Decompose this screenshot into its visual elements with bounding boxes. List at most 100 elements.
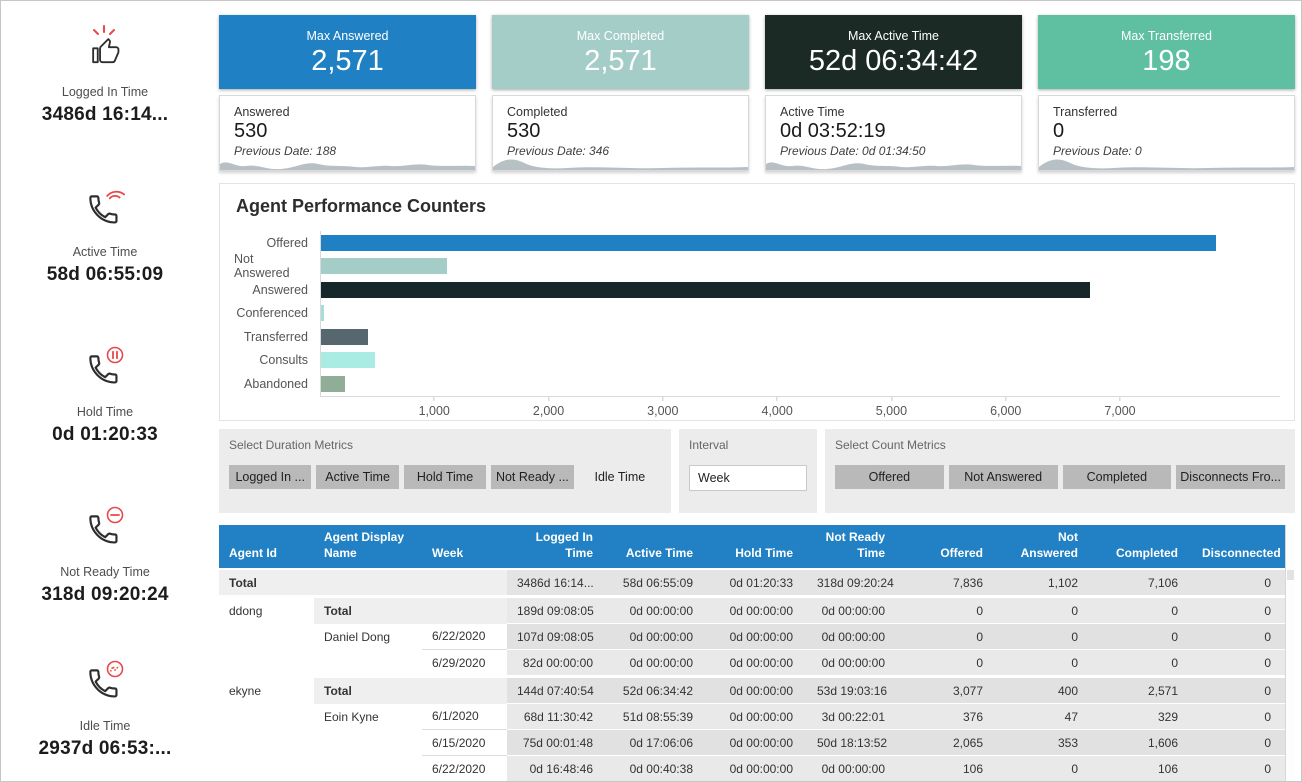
table-row[interactable]: 6/22/20200d 16:48:460d 00:40:380d 00:00:… bbox=[219, 756, 1285, 782]
table-cell: 0 bbox=[899, 597, 997, 624]
phone-idle-icon-box bbox=[1, 657, 209, 705]
duration-filter-panel: Select Duration Metrics Logged In ...Act… bbox=[219, 429, 671, 513]
table-cell: 0 bbox=[899, 624, 997, 650]
count-filter-buttons: OfferedNot AnsweredCompletedDisconnects … bbox=[835, 465, 1285, 489]
x-tick: 1,000 bbox=[419, 397, 450, 418]
table-cell: 0d 17:06:06 bbox=[607, 730, 707, 756]
duration-metric-button-not-ready[interactable]: Not Ready ... bbox=[491, 465, 573, 489]
chart-category-abandoned: Abandoned bbox=[234, 372, 320, 396]
sidebar-metric-label: Idle Time bbox=[1, 719, 209, 733]
table-cell: 0 bbox=[1092, 597, 1192, 624]
table-cell: 3d 00:22:01 bbox=[807, 704, 899, 730]
sidebar-metric-idle-time: Idle Time2937d 06:53:... bbox=[1, 657, 209, 760]
detail-card-value: 0d 03:52:19 bbox=[780, 120, 1021, 143]
x-tick: 5,000 bbox=[876, 397, 907, 418]
table-cell: 6/22/2020 bbox=[422, 756, 507, 782]
table-cell: 50d 18:13:52 bbox=[807, 730, 899, 756]
table-cell: 106 bbox=[899, 756, 997, 782]
table-cell: 0 bbox=[1092, 650, 1192, 677]
count-metric-button-offered[interactable]: Offered bbox=[835, 465, 944, 489]
column-header-logged-in-time[interactable]: Logged In Time bbox=[507, 525, 607, 569]
table-row[interactable]: ddongTotal189d 09:08:050d 00:00:000d 00:… bbox=[219, 597, 1285, 624]
column-header-agent-id[interactable]: Agent Id bbox=[219, 525, 314, 569]
duration-metric-button-logged-in[interactable]: Logged In ... bbox=[229, 465, 311, 489]
column-header-not-ready-time[interactable]: Not Ready Time bbox=[807, 525, 899, 569]
phone-not-ready-icon-box bbox=[1, 503, 209, 551]
table-cell: 0d 01:20:33 bbox=[707, 569, 807, 597]
x-tick-label: 6,000 bbox=[990, 404, 1021, 418]
bar-chart: OfferedNot AnsweredAnsweredConferencedTr… bbox=[234, 231, 1280, 397]
table-row[interactable]: Total3486d 16:14...58d 06:55:090d 01:20:… bbox=[219, 569, 1285, 597]
duration-metric-button-idle-time[interactable]: Idle Time bbox=[579, 465, 661, 489]
table-cell: 0 bbox=[997, 650, 1092, 677]
column-header-active-time[interactable]: Active Time bbox=[607, 525, 707, 569]
table-cell: 6/15/2020 bbox=[422, 730, 507, 756]
table-cell: 2,065 bbox=[899, 730, 997, 756]
vertical-scrollbar[interactable] bbox=[1285, 525, 1295, 782]
table-cell: 47 bbox=[997, 704, 1092, 730]
table-cell: 144d 07:40:54 bbox=[507, 677, 607, 704]
phone-active-icon-box bbox=[1, 183, 209, 231]
column-header-not-answered[interactable]: Not Answered bbox=[997, 525, 1092, 569]
sidebar-metric-value: 58d 06:55:09 bbox=[1, 264, 209, 286]
table-row[interactable]: Eoin Kyne6/1/202068d 11:30:4251d 08:55:3… bbox=[219, 704, 1285, 730]
max-card-value: 198 bbox=[1142, 47, 1190, 76]
column-header-disconnected[interactable]: Disconnected bbox=[1192, 525, 1285, 569]
table-cell: 0d 16:48:46 bbox=[507, 756, 607, 782]
count-filter-panel: Select Count Metrics OfferedNot Answered… bbox=[825, 429, 1295, 513]
interval-panel: Interval Week bbox=[679, 429, 817, 513]
max-card-max-active-time: Max Active Time52d 06:34:42 bbox=[765, 15, 1022, 89]
column-header-offered[interactable]: Offered bbox=[899, 525, 997, 569]
table-cell: 0d 00:00:00 bbox=[707, 756, 807, 782]
bar-offered bbox=[321, 235, 1216, 251]
count-metric-button-completed[interactable]: Completed bbox=[1063, 465, 1172, 489]
agents-table: Agent IdAgent Display NameWeekLogged In … bbox=[219, 525, 1285, 782]
table-cell: 0d 00:00:00 bbox=[707, 704, 807, 730]
table-cell: 0d 00:00:00 bbox=[707, 597, 807, 624]
column-header-completed[interactable]: Completed bbox=[1092, 525, 1192, 569]
column-header-week[interactable]: Week bbox=[422, 525, 507, 569]
table-row[interactable]: 6/15/202075d 00:01:480d 17:06:060d 00:00… bbox=[219, 730, 1285, 756]
count-metric-button-not-answered[interactable]: Not Answered bbox=[949, 465, 1058, 489]
table-row[interactable]: ekyneTotal144d 07:40:5452d 06:34:420d 00… bbox=[219, 677, 1285, 704]
count-metric-button-disconnects-fro[interactable]: Disconnects Fro... bbox=[1176, 465, 1285, 489]
x-tick-label: 7,000 bbox=[1104, 404, 1135, 418]
sparkline bbox=[766, 154, 1021, 170]
chart-category-transferred: Transferred bbox=[234, 325, 320, 349]
table-cell: 353 bbox=[997, 730, 1092, 756]
x-tick-mark bbox=[1005, 397, 1006, 401]
detail-card-label: Completed bbox=[507, 105, 748, 119]
kpi-card-answered: Max Answered2,571Answered530Previous Dat… bbox=[219, 15, 476, 171]
chart-plot-area bbox=[320, 231, 1280, 397]
sidebar: Logged In Time3486d 16:14... Active Time… bbox=[1, 1, 209, 781]
table-cell: 0 bbox=[997, 597, 1092, 624]
sidebar-metric-active-time: Active Time58d 06:55:09 bbox=[1, 183, 209, 286]
x-tick: 3,000 bbox=[647, 397, 678, 418]
table-cell bbox=[314, 569, 422, 597]
table-cell: 0 bbox=[1192, 650, 1285, 677]
chart-bar-row bbox=[321, 255, 1280, 279]
x-tick-mark bbox=[662, 397, 663, 401]
detail-card-value: 0 bbox=[1053, 120, 1294, 143]
sidebar-metric-label: Hold Time bbox=[1, 405, 209, 419]
chart-category-conferenced: Conferenced bbox=[234, 302, 320, 326]
column-header-hold-time[interactable]: Hold Time bbox=[707, 525, 807, 569]
interval-select[interactable]: Week bbox=[689, 465, 807, 491]
detail-card-transferred: Transferred0Previous Date: 0 bbox=[1038, 95, 1295, 171]
table-row[interactable]: Daniel Dong6/22/2020107d 09:08:050d 00:0… bbox=[219, 624, 1285, 650]
duration-metric-button-hold-time[interactable]: Hold Time bbox=[404, 465, 486, 489]
scrollbar-thumb[interactable] bbox=[1287, 570, 1294, 580]
table-cell: 318d 09:20:24 bbox=[807, 569, 899, 597]
table-cell: 7,836 bbox=[899, 569, 997, 597]
column-header-agent-display-name[interactable]: Agent Display Name bbox=[314, 525, 422, 569]
table-cell: 189d 09:08:05 bbox=[507, 597, 607, 624]
duration-metric-button-active-time[interactable]: Active Time bbox=[316, 465, 398, 489]
chart-bar-row bbox=[321, 302, 1280, 326]
table-cell: 0 bbox=[1192, 677, 1285, 704]
max-card-value: 2,571 bbox=[584, 47, 657, 76]
table-cell: 106 bbox=[1092, 756, 1192, 782]
chart-category-offered: Offered bbox=[234, 231, 320, 255]
table-row[interactable]: 6/29/202082d 00:00:000d 00:00:000d 00:00… bbox=[219, 650, 1285, 677]
filter-bar: Select Duration Metrics Logged In ...Act… bbox=[219, 429, 1295, 513]
x-tick: 6,000 bbox=[990, 397, 1021, 418]
